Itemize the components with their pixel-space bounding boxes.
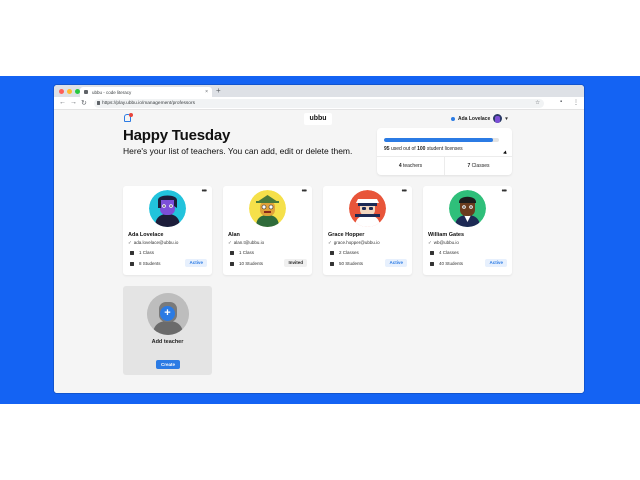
student-icon [230, 262, 234, 266]
status-badge: Active [185, 259, 207, 267]
page-title: Happy Tuesday [123, 127, 231, 144]
teacher-email-text: grace.hopper@ubbu.io [333, 240, 380, 245]
licenses-used-label: used out of [389, 146, 418, 152]
ubbu-logo[interactable]: ubbu [304, 113, 332, 125]
address-bar[interactable]: https://play.ubbu.io/management/professo… [94, 99, 544, 108]
licenses-suffix: student licenses [425, 146, 463, 152]
status-badge: Invited [284, 259, 307, 267]
class-icon [130, 251, 134, 255]
avatar [493, 114, 503, 123]
teacher-classes: 1 Class [139, 250, 155, 255]
check-icon: ✓ [428, 240, 432, 245]
teacher-email: ✓ ada.lovelace@ubbu.io [128, 240, 178, 246]
browser-window: ubbu - code literacy × + ← → ↻ https://p… [54, 85, 584, 393]
browser-tab[interactable]: ubbu - code literacy × [80, 87, 212, 97]
teacher-email-text: wb@ubbu.io [433, 240, 459, 245]
teachers-label: teachers [401, 163, 423, 169]
class-icon [330, 251, 334, 255]
user-name: Ada Lovelace [458, 115, 491, 122]
teacher-avatar [449, 190, 486, 227]
more-options-icon[interactable]: ••• [402, 188, 407, 195]
screen: ubbu - code literacy × + ← → ↻ https://p… [0, 0, 640, 480]
teachers-count-stat: 4 teachers [377, 163, 444, 169]
check-icon: ✓ [228, 240, 232, 245]
license-progress-fill [384, 138, 494, 142]
forward-button[interactable]: → [70, 99, 77, 106]
classes-count-stat: 7 Classes [445, 163, 512, 169]
license-summary-card: 95 used out of 100 student licenses 4 te… [377, 128, 512, 175]
add-icon[interactable]: + [160, 306, 175, 321]
teacher-name: William Gates [428, 232, 465, 238]
user-menu[interactable]: Ada Lovelace ▾ [451, 114, 508, 123]
close-tab-icon[interactable]: × [205, 89, 208, 95]
lock-icon [97, 101, 100, 105]
teacher-classes: 4 Classes [439, 250, 459, 255]
class-icon [430, 251, 434, 255]
student-icon [130, 262, 134, 266]
add-teacher-card[interactable]: + Add teacher Create [123, 286, 212, 375]
app-page: ubbu Ada Lovelace ▾ Happy Tuesday Here's… [54, 110, 584, 393]
tab-title: ubbu - code literacy [92, 89, 132, 95]
teacher-card[interactable]: ••• Alan ✓ alan.t@ubbu.io 1 Class 10 Stu… [223, 186, 312, 275]
teacher-name: Grace Hopper [328, 232, 365, 238]
check-icon: ✓ [328, 240, 332, 245]
teacher-avatar [249, 190, 286, 227]
app-header: ubbu Ada Lovelace ▾ [54, 110, 584, 126]
teacher-students: 10 Students [239, 261, 264, 266]
more-options-icon[interactable]: ••• [202, 188, 207, 195]
teacher-email: ✓ alan.t@ubbu.io [228, 240, 264, 246]
teacher-classes: 1 Class [239, 250, 255, 255]
url-text: https://play.ubbu.io/management/professo… [102, 101, 195, 106]
minimize-window-button[interactable] [67, 89, 72, 94]
more-options-icon[interactable]: ••• [302, 188, 307, 195]
close-window-button[interactable] [59, 89, 64, 94]
teacher-avatar [349, 190, 386, 227]
classes-label: Classes [470, 163, 490, 169]
bookmark-star-icon[interactable]: ☆ [535, 100, 540, 106]
browser-menu-icon[interactable]: ⋮ [573, 99, 579, 106]
teacher-email: ✓ wb@ubbu.io [428, 240, 459, 246]
create-button[interactable]: Create [156, 360, 180, 369]
teacher-email: ✓ grace.hopper@ubbu.io [328, 240, 380, 246]
teacher-students: 8 Students [139, 261, 161, 266]
student-icon [430, 262, 434, 266]
license-progress-bar [384, 138, 499, 142]
new-tab-button[interactable]: + [216, 86, 221, 95]
class-icon [230, 251, 234, 255]
teacher-email-text: alan.t@ubbu.io [233, 240, 265, 245]
page-subtitle: Here's your list of teachers. You can ad… [123, 146, 353, 156]
teacher-card[interactable]: ••• William Gates ✓ wb@ubbu.io 4 Classes… [423, 186, 512, 275]
add-teacher-label: Add teacher [151, 339, 184, 345]
teacher-students: 40 Students [439, 261, 464, 266]
reload-button[interactable]: ↻ [81, 99, 87, 107]
tab-strip: ubbu - code literacy × + [54, 85, 584, 97]
check-icon: ✓ [128, 240, 132, 245]
teacher-name: Alan [228, 232, 240, 238]
extension-icon[interactable]: ▪ [560, 99, 562, 105]
notification-dot [129, 113, 133, 117]
status-badge: Active [385, 259, 407, 267]
teacher-card[interactable]: ••• Ada Lovelace ✓ ada.lovelace@ubbu.io 1… [123, 186, 212, 275]
teacher-students: 50 Students [339, 261, 364, 266]
student-icon [330, 262, 334, 266]
favicon-icon [84, 90, 88, 94]
teacher-classes: 2 Classes [339, 250, 359, 255]
status-badge: Active [485, 259, 507, 267]
more-options-icon[interactable]: ••• [502, 188, 507, 195]
license-usage-text: 95 used out of 100 student licenses [384, 146, 463, 152]
window-controls [59, 89, 80, 94]
teacher-card[interactable]: ••• Grace Hopper ✓grace.hopper@ubbu.io [323, 186, 412, 275]
browser-toolbar: ← → ↻ https://play.ubbu.io/management/pr… [54, 97, 584, 110]
teacher-email-text: ada.lovelace@ubbu.io [133, 240, 179, 245]
online-status-icon [451, 116, 455, 121]
teacher-name: Ada Lovelace [128, 232, 164, 238]
teacher-avatar [149, 190, 186, 227]
chevron-down-icon: ▾ [505, 115, 508, 122]
back-button[interactable]: ← [59, 99, 66, 106]
